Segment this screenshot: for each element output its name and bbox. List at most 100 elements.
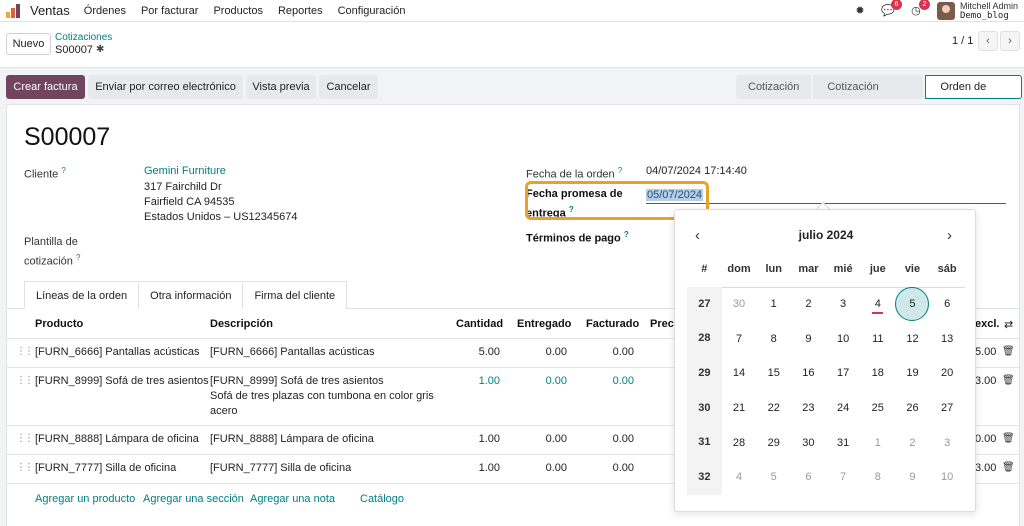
- user-avatar[interactable]: [936, 2, 955, 20]
- calendar-day[interactable]: 6: [791, 471, 826, 483]
- calendar-day[interactable]: 1: [860, 437, 895, 449]
- drag-handle-icon[interactable]: ⋮⋮: [16, 462, 34, 473]
- calendar-day[interactable]: 1: [756, 298, 791, 310]
- pager-value[interactable]: 1 / 1: [952, 35, 973, 47]
- line-delivered[interactable]: 0.00: [512, 461, 567, 476]
- calendar-day[interactable]: 10: [826, 333, 861, 345]
- line-description[interactable]: [FURN_6666] Pantallas acústicas: [210, 345, 374, 360]
- line-invoiced[interactable]: 0.00: [579, 432, 634, 447]
- column-header-subtotal[interactable]: excl.: [975, 318, 999, 330]
- column-header-quantity[interactable]: Cantidad: [456, 318, 503, 330]
- tab-order-lines[interactable]: Líneas de la orden: [24, 281, 140, 309]
- activities-clock-icon[interactable]: ◷ 2: [909, 0, 930, 18]
- bug-icon[interactable]: ✹: [853, 4, 867, 18]
- line-delivered[interactable]: 0.00: [512, 374, 567, 389]
- calendar-day[interactable]: 21: [722, 402, 757, 414]
- help-icon[interactable]: ?: [618, 166, 622, 175]
- trash-icon[interactable]: 🗑: [1002, 462, 1015, 473]
- trash-icon[interactable]: 🗑: [1002, 375, 1015, 386]
- calendar-day[interactable]: 11: [860, 333, 895, 345]
- line-invoiced[interactable]: 0.00: [579, 374, 634, 389]
- line-product[interactable]: [FURN_8999] Sofá de tres asientos: [35, 374, 209, 389]
- menu-item-configuration[interactable]: Configuración: [338, 5, 406, 17]
- new-button[interactable]: Nuevo: [6, 33, 51, 55]
- calendar-day[interactable]: 3: [826, 298, 861, 310]
- send-email-button[interactable]: Enviar por correo electrónico: [88, 75, 243, 99]
- add-product-link[interactable]: Agregar un producto: [35, 493, 135, 505]
- help-icon[interactable]: ?: [61, 166, 65, 175]
- calendar-day[interactable]: 5: [756, 471, 791, 483]
- calendar-day[interactable]: 28: [722, 437, 757, 449]
- calendar-day[interactable]: 9: [791, 333, 826, 345]
- calendar-day[interactable]: 30: [722, 298, 757, 310]
- calendar-day[interactable]: 15: [756, 367, 791, 379]
- line-quantity[interactable]: 1.00: [447, 461, 500, 476]
- calendar-day[interactable]: 7: [722, 333, 757, 345]
- line-quantity[interactable]: 1.00: [447, 374, 500, 389]
- order-date-value[interactable]: 04/07/2024 17:14:40: [646, 164, 747, 179]
- help-icon[interactable]: ?: [624, 230, 629, 239]
- sales-app-logo[interactable]: [6, 3, 24, 18]
- line-description[interactable]: [FURN_7777] Silla de oficina: [210, 461, 351, 476]
- gear-icon[interactable]: ✱: [96, 44, 104, 55]
- calendar-day[interactable]: 31: [826, 437, 861, 449]
- drag-handle-icon[interactable]: ⋮⋮: [16, 375, 34, 386]
- create-invoice-button[interactable]: Crear factura: [6, 75, 85, 99]
- line-description-detail[interactable]: Sofá de tres plazas con tumbona en color…: [210, 389, 434, 404]
- line-product[interactable]: [FURN_7777] Silla de oficina: [35, 461, 176, 476]
- calendar-day[interactable]: 27: [930, 402, 965, 414]
- column-header-price[interactable]: Preci: [650, 318, 677, 330]
- calendar-day[interactable]: 19: [895, 367, 930, 379]
- calendar-day[interactable]: 24: [826, 402, 861, 414]
- line-product[interactable]: [FURN_8888] Lámpara de oficina: [35, 432, 199, 447]
- trash-icon[interactable]: 🗑: [1002, 346, 1015, 357]
- calendar-day[interactable]: 8: [860, 471, 895, 483]
- line-description[interactable]: [FURN_8999] Sofá de tres asientos: [210, 374, 384, 389]
- cancel-button[interactable]: Cancelar: [319, 75, 378, 99]
- pager-previous-button[interactable]: ‹: [978, 31, 998, 51]
- line-quantity[interactable]: 5.00: [447, 345, 500, 360]
- calendar-day[interactable]: 10: [930, 471, 965, 483]
- drag-handle-icon[interactable]: ⋮⋮: [16, 346, 34, 357]
- calendar-day[interactable]: 8: [756, 333, 791, 345]
- menu-item-to-invoice[interactable]: Por facturar: [141, 5, 198, 17]
- column-header-invoiced[interactable]: Facturado: [586, 318, 639, 330]
- calendar-day[interactable]: 26: [895, 402, 930, 414]
- line-description-detail[interactable]: acero: [210, 404, 238, 419]
- calendar-day[interactable]: 12: [895, 333, 930, 345]
- drag-handle-icon[interactable]: ⋮⋮: [16, 433, 34, 444]
- add-section-link[interactable]: Agregar una sección: [143, 493, 244, 505]
- calendar-day[interactable]: 14: [722, 367, 757, 379]
- stage-sales-order[interactable]: Orden de venta: [925, 75, 1022, 115]
- calendar-day[interactable]: 2: [791, 298, 826, 310]
- customer-name-link[interactable]: Gemini Furniture: [144, 164, 226, 179]
- stage-quotation-sent[interactable]: Cotización enviada: [813, 75, 924, 117]
- calendar-day[interactable]: 6: [930, 298, 965, 310]
- help-icon[interactable]: ?: [76, 253, 80, 262]
- line-description[interactable]: [FURN_8888] Lámpara de oficina: [210, 432, 374, 447]
- calendar-day[interactable]: 13: [930, 333, 965, 345]
- calendar-day[interactable]: 20: [930, 367, 965, 379]
- line-delivered[interactable]: 0.00: [512, 432, 567, 447]
- tab-other-info[interactable]: Otra información: [138, 281, 244, 309]
- line-quantity[interactable]: 1.00: [447, 432, 500, 447]
- calendar-day[interactable]: 16: [791, 367, 826, 379]
- calendar-day[interactable]: 22: [756, 402, 791, 414]
- calendar-day[interactable]: 2: [895, 437, 930, 449]
- breadcrumb-quotations[interactable]: Cotizaciones: [55, 32, 112, 43]
- messages-icon[interactable]: 💬 6: [881, 0, 902, 18]
- calendar-day[interactable]: 9: [895, 471, 930, 483]
- column-header-product[interactable]: Producto: [35, 318, 83, 330]
- calendar-day[interactable]: 23: [791, 402, 826, 414]
- calendar-day[interactable]: 29: [756, 437, 791, 449]
- add-note-link[interactable]: Agregar una nota: [250, 493, 335, 505]
- user-menu[interactable]: Mitchell Admin Demo_blog: [960, 1, 1018, 21]
- stage-quotation[interactable]: Cotización: [736, 75, 812, 99]
- preview-button[interactable]: Vista previa: [246, 75, 316, 99]
- catalog-link[interactable]: Catálogo: [360, 493, 404, 505]
- calendar-day[interactable]: 3: [930, 437, 965, 449]
- calendar-day[interactable]: 30: [791, 437, 826, 449]
- line-invoiced[interactable]: 0.00: [579, 345, 634, 360]
- pager-next-button[interactable]: ›: [1000, 31, 1020, 51]
- app-name[interactable]: Ventas: [30, 3, 70, 18]
